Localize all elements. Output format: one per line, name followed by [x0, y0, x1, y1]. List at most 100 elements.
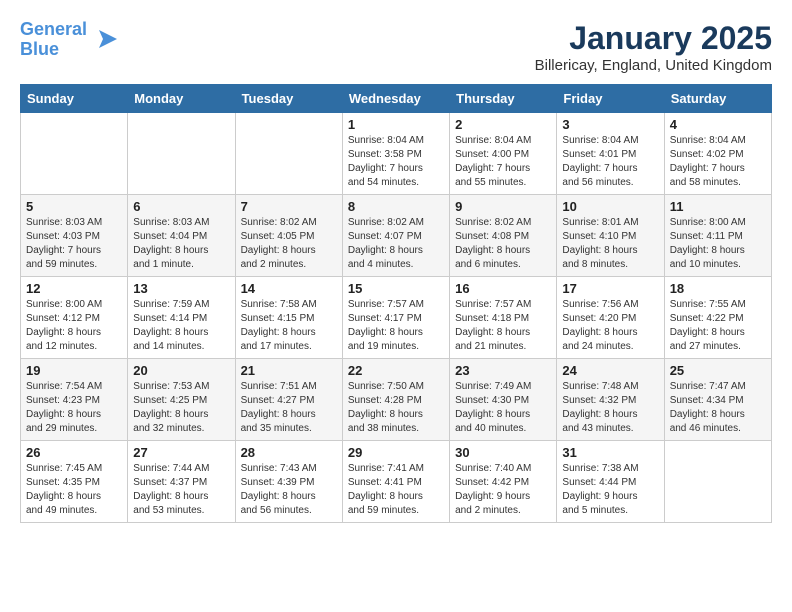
calendar-cell: 24 Sunrise: 7:48 AM Sunset: 4:32 PM Dayli… — [557, 359, 664, 441]
calendar-cell: 8Sunrise: 8:02 AM Sunset: 4:07 PM Daylig… — [342, 195, 449, 277]
day-number: 12 — [26, 281, 122, 296]
calendar-cell — [235, 113, 342, 195]
day-number: 20 — [133, 363, 229, 378]
calendar-cell: 6 Sunrise: 8:03 AM Sunset: 4:04 PM Daylig… — [128, 195, 235, 277]
day-info: Sunrise: 8:04 AM Sunset: 4:01 PM Dayligh… — [562, 134, 658, 190]
day-info: Sunrise: 7:57 AM Sunset: 4:17 PM Dayligh… — [348, 298, 444, 354]
week-row-4: 19Sunrise: 7:54 AM Sunset: 4:23 PM Dayli… — [21, 359, 772, 441]
calendar-cell: 2Sunrise: 8:04 AM Sunset: 4:00 PM Daylig… — [450, 113, 557, 195]
day-info: Sunrise: 8:03 AM Sunset: 4:04 PM Dayligh… — [133, 216, 229, 272]
day-number: 25 — [670, 363, 766, 378]
calendar-cell: 26 Sunrise: 7:45 AM Sunset: 4:35 PM Dayli… — [21, 441, 128, 523]
day-number: 17 — [562, 281, 658, 296]
day-number: 9 — [455, 199, 551, 214]
week-row-3: 12 Sunrise: 8:00 AM Sunset: 4:12 PM Dayli… — [21, 277, 772, 359]
calendar-cell: 28 Sunrise: 7:43 AM Sunset: 4:39 PM Dayli… — [235, 441, 342, 523]
day-number: 22 — [348, 363, 444, 378]
calendar-cell — [664, 441, 771, 523]
day-number: 1 — [348, 117, 444, 132]
day-number: 7 — [241, 199, 337, 214]
day-info: Sunrise: 7:51 AM Sunset: 4:27 PM Dayligh… — [241, 380, 337, 436]
calendar-cell: 29 Sunrise: 7:41 AM Sunset: 4:41 PM Dayli… — [342, 441, 449, 523]
day-number: 31 — [562, 445, 658, 460]
day-info: Sunrise: 8:02 AM Sunset: 4:08 PM Dayligh… — [455, 216, 551, 272]
day-number: 13 — [133, 281, 229, 296]
day-info: Sunrise: 8:00 AM Sunset: 4:12 PM Dayligh… — [26, 298, 122, 354]
calendar-cell: 12 Sunrise: 8:00 AM Sunset: 4:12 PM Dayli… — [21, 277, 128, 359]
day-number: 11 — [670, 199, 766, 214]
day-number: 18 — [670, 281, 766, 296]
calendar-cell: 9 Sunrise: 8:02 AM Sunset: 4:08 PM Daylig… — [450, 195, 557, 277]
day-info: Sunrise: 7:38 AM Sunset: 4:44 PM Dayligh… — [562, 462, 658, 518]
logo: General Blue — [20, 20, 119, 60]
calendar-cell: 1 Sunrise: 8:04 AM Sunset: 3:58 PM Daylig… — [342, 113, 449, 195]
calendar-cell: 23 Sunrise: 7:49 AM Sunset: 4:30 PM Dayli… — [450, 359, 557, 441]
day-number: 16 — [455, 281, 551, 296]
month-title: January 2025 — [535, 20, 772, 57]
title-block: January 2025 Billericay, England, United… — [535, 20, 772, 74]
day-number: 14 — [241, 281, 337, 296]
day-info: Sunrise: 8:04 AM Sunset: 3:58 PM Dayligh… — [348, 134, 444, 190]
weekday-header-wednesday: Wednesday — [342, 85, 449, 113]
calendar-cell: 3 Sunrise: 8:04 AM Sunset: 4:01 PM Daylig… — [557, 113, 664, 195]
calendar-cell: 13Sunrise: 7:59 AM Sunset: 4:14 PM Dayli… — [128, 277, 235, 359]
day-number: 29 — [348, 445, 444, 460]
weekday-header-monday: Monday — [128, 85, 235, 113]
day-number: 3 — [562, 117, 658, 132]
weekday-header-tuesday: Tuesday — [235, 85, 342, 113]
day-number: 21 — [241, 363, 337, 378]
calendar-cell: 11Sunrise: 8:00 AM Sunset: 4:11 PM Dayli… — [664, 195, 771, 277]
weekday-header-row: SundayMondayTuesdayWednesdayThursdayFrid… — [21, 85, 772, 113]
day-number: 27 — [133, 445, 229, 460]
day-info: Sunrise: 7:54 AM Sunset: 4:23 PM Dayligh… — [26, 380, 122, 436]
calendar-cell: 18 Sunrise: 7:55 AM Sunset: 4:22 PM Dayli… — [664, 277, 771, 359]
day-number: 26 — [26, 445, 122, 460]
day-info: Sunrise: 8:04 AM Sunset: 4:00 PM Dayligh… — [455, 134, 551, 190]
calendar-cell — [128, 113, 235, 195]
day-info: Sunrise: 7:45 AM Sunset: 4:35 PM Dayligh… — [26, 462, 122, 518]
day-number: 24 — [562, 363, 658, 378]
page: General Blue January 2025 Billericay, En… — [0, 0, 792, 533]
day-info: Sunrise: 7:43 AM Sunset: 4:39 PM Dayligh… — [241, 462, 337, 518]
calendar-cell: 25Sunrise: 7:47 AM Sunset: 4:34 PM Dayli… — [664, 359, 771, 441]
day-info: Sunrise: 7:50 AM Sunset: 4:28 PM Dayligh… — [348, 380, 444, 436]
day-info: Sunrise: 8:03 AM Sunset: 4:03 PM Dayligh… — [26, 216, 122, 272]
weekday-header-sunday: Sunday — [21, 85, 128, 113]
logo-text: General Blue — [20, 20, 87, 60]
week-row-5: 26 Sunrise: 7:45 AM Sunset: 4:35 PM Dayli… — [21, 441, 772, 523]
day-info: Sunrise: 7:58 AM Sunset: 4:15 PM Dayligh… — [241, 298, 337, 354]
header: General Blue January 2025 Billericay, En… — [20, 20, 772, 74]
day-number: 10 — [562, 199, 658, 214]
day-number: 28 — [241, 445, 337, 460]
calendar-cell: 5 Sunrise: 8:03 AM Sunset: 4:03 PM Daylig… — [21, 195, 128, 277]
location: Billericay, England, United Kingdom — [535, 57, 772, 74]
calendar-cell: 31 Sunrise: 7:38 AM Sunset: 4:44 PM Dayli… — [557, 441, 664, 523]
calendar-cell: 15Sunrise: 7:57 AM Sunset: 4:17 PM Dayli… — [342, 277, 449, 359]
day-number: 5 — [26, 199, 122, 214]
week-row-2: 5 Sunrise: 8:03 AM Sunset: 4:03 PM Daylig… — [21, 195, 772, 277]
calendar-cell: 22 Sunrise: 7:50 AM Sunset: 4:28 PM Dayli… — [342, 359, 449, 441]
calendar-table: SundayMondayTuesdayWednesdayThursdayFrid… — [20, 84, 772, 523]
calendar-cell: 10 Sunrise: 8:01 AM Sunset: 4:10 PM Dayli… — [557, 195, 664, 277]
day-number: 23 — [455, 363, 551, 378]
calendar-cell: 27 Sunrise: 7:44 AM Sunset: 4:37 PM Dayli… — [128, 441, 235, 523]
day-number: 30 — [455, 445, 551, 460]
day-info: Sunrise: 7:48 AM Sunset: 4:32 PM Dayligh… — [562, 380, 658, 436]
day-info: Sunrise: 8:02 AM Sunset: 4:05 PM Dayligh… — [241, 216, 337, 272]
day-info: Sunrise: 8:01 AM Sunset: 4:10 PM Dayligh… — [562, 216, 658, 272]
day-info: Sunrise: 7:49 AM Sunset: 4:30 PM Dayligh… — [455, 380, 551, 436]
calendar-cell: 7 Sunrise: 8:02 AM Sunset: 4:05 PM Daylig… — [235, 195, 342, 277]
calendar-cell: 17 Sunrise: 7:56 AM Sunset: 4:20 PM Dayli… — [557, 277, 664, 359]
logo-general: General — [20, 19, 87, 39]
day-number: 4 — [670, 117, 766, 132]
calendar-cell: 20Sunrise: 7:53 AM Sunset: 4:25 PM Dayli… — [128, 359, 235, 441]
day-info: Sunrise: 7:56 AM Sunset: 4:20 PM Dayligh… — [562, 298, 658, 354]
day-info: Sunrise: 7:44 AM Sunset: 4:37 PM Dayligh… — [133, 462, 229, 518]
week-row-1: 1 Sunrise: 8:04 AM Sunset: 3:58 PM Daylig… — [21, 113, 772, 195]
day-info: Sunrise: 7:55 AM Sunset: 4:22 PM Dayligh… — [670, 298, 766, 354]
day-info: Sunrise: 7:41 AM Sunset: 4:41 PM Dayligh… — [348, 462, 444, 518]
day-info: Sunrise: 8:04 AM Sunset: 4:02 PM Dayligh… — [670, 134, 766, 190]
weekday-header-thursday: Thursday — [450, 85, 557, 113]
calendar-cell: 30Sunrise: 7:40 AM Sunset: 4:42 PM Dayli… — [450, 441, 557, 523]
day-number: 6 — [133, 199, 229, 214]
